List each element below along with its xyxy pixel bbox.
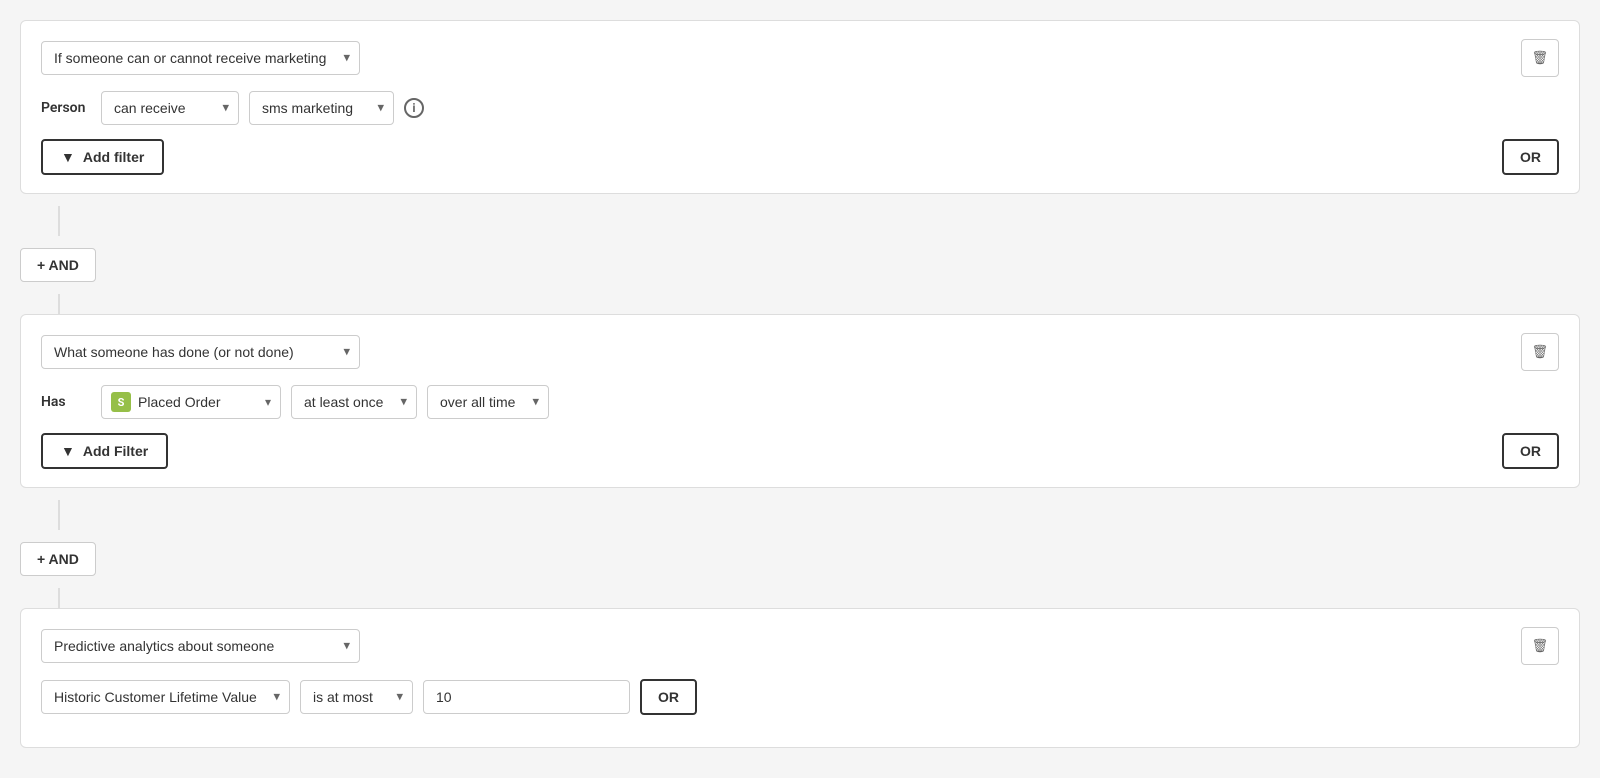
delete-button-1[interactable]: 🗑	[1521, 39, 1559, 77]
person-label: Person	[41, 100, 91, 116]
trash-icon-2: 🗑	[1532, 344, 1549, 360]
condition-select-3[interactable]: If someone can or cannot receive marketi…	[41, 629, 360, 663]
action-select-wrapper: S Placed Order Viewed Product Added to C…	[101, 385, 281, 419]
filter-block-1-header: If someone can or cannot receive marketi…	[41, 39, 1559, 77]
filter-block-2-footer: ▼ Add Filter OR	[41, 433, 1559, 469]
add-filter-label-2: Add Filter	[83, 443, 148, 459]
time-select-wrapper: over all time in the last before after	[427, 385, 549, 419]
and-btn-wrapper-1: + AND	[20, 248, 1580, 282]
info-icon-1[interactable]: i	[404, 98, 424, 118]
and-line-2	[58, 500, 60, 530]
operator-select-wrapper: is at most is at least equals is between	[300, 680, 413, 714]
filter-block-1-condition-wrapper: If someone can or cannot receive marketi…	[41, 41, 360, 75]
filter-block-2-condition-wrapper: If someone can or cannot receive marketi…	[41, 335, 360, 369]
condition-select-wrapper-2: If someone can or cannot receive marketi…	[41, 335, 360, 369]
filter-row-3: Historic Customer Lifetime Value Predict…	[41, 679, 1559, 715]
filter-block-3-header: If someone can or cannot receive marketi…	[41, 627, 1559, 665]
add-filter-button-2[interactable]: ▼ Add Filter	[41, 433, 168, 469]
condition-select-wrapper-3: If someone can or cannot receive marketi…	[41, 629, 360, 663]
and-line-below-1	[20, 294, 1580, 314]
value-input[interactable]	[423, 680, 630, 714]
and-line-1	[58, 206, 60, 236]
filter-block-1-footer: ▼ Add filter OR	[41, 139, 1559, 175]
filter-row-1: Person can receive cannot receive sms ma…	[41, 91, 1559, 125]
add-filter-label-1: Add filter	[83, 149, 144, 165]
condition-select-1[interactable]: If someone can or cannot receive marketi…	[41, 41, 360, 75]
filter-icon-1: ▼	[61, 149, 75, 165]
and-line-below-2-inner	[58, 588, 60, 608]
or-button-1[interactable]: OR	[1502, 139, 1559, 175]
trash-icon-1: 🗑	[1532, 50, 1549, 66]
metric-select[interactable]: Historic Customer Lifetime Value Predict…	[41, 680, 290, 714]
filter-block-1: If someone can or cannot receive marketi…	[20, 20, 1580, 194]
and-btn-wrapper-2: + AND	[20, 542, 1580, 576]
filter-block-2: If someone can or cannot receive marketi…	[20, 314, 1580, 488]
frequency-select[interactable]: at least once zero times at most exactly	[291, 385, 417, 419]
time-select[interactable]: over all time in the last before after	[427, 385, 549, 419]
and-connector-1	[20, 206, 1580, 236]
and-line-below-1-inner	[58, 294, 60, 314]
can-receive-select[interactable]: can receive cannot receive	[101, 91, 239, 125]
has-label: Has	[41, 394, 91, 410]
condition-select-wrapper-1: If someone can or cannot receive marketi…	[41, 41, 360, 75]
filter-block-3-condition-wrapper: If someone can or cannot receive marketi…	[41, 629, 360, 663]
marketing-type-select-wrapper: sms marketing email marketing push marke…	[249, 91, 394, 125]
filter-row-2: Has S Placed Order Viewed Product Added …	[41, 385, 1559, 419]
and-line-below-2	[20, 588, 1580, 608]
marketing-type-select[interactable]: sms marketing email marketing push marke…	[249, 91, 394, 125]
condition-select-2[interactable]: If someone can or cannot receive marketi…	[41, 335, 360, 369]
or-button-2[interactable]: OR	[1502, 433, 1559, 469]
or-button-3[interactable]: OR	[640, 679, 697, 715]
and-button-2[interactable]: + AND	[20, 542, 96, 576]
and-button-1[interactable]: + AND	[20, 248, 96, 282]
action-select[interactable]: Placed Order Viewed Product Added to Car…	[101, 385, 281, 419]
operator-select[interactable]: is at most is at least equals is between	[300, 680, 413, 714]
filter-icon-2: ▼	[61, 443, 75, 459]
delete-button-2[interactable]: 🗑	[1521, 333, 1559, 371]
frequency-select-wrapper: at least once zero times at most exactly	[291, 385, 417, 419]
trash-icon-3: 🗑	[1532, 638, 1549, 654]
can-receive-select-wrapper: can receive cannot receive	[101, 91, 239, 125]
filter-block-3: If someone can or cannot receive marketi…	[20, 608, 1580, 748]
add-filter-button-1[interactable]: ▼ Add filter	[41, 139, 164, 175]
filter-block-2-header: If someone can or cannot receive marketi…	[41, 333, 1559, 371]
delete-button-3[interactable]: 🗑	[1521, 627, 1559, 665]
and-connector-2	[20, 500, 1580, 530]
metric-select-wrapper: Historic Customer Lifetime Value Predict…	[41, 680, 290, 714]
